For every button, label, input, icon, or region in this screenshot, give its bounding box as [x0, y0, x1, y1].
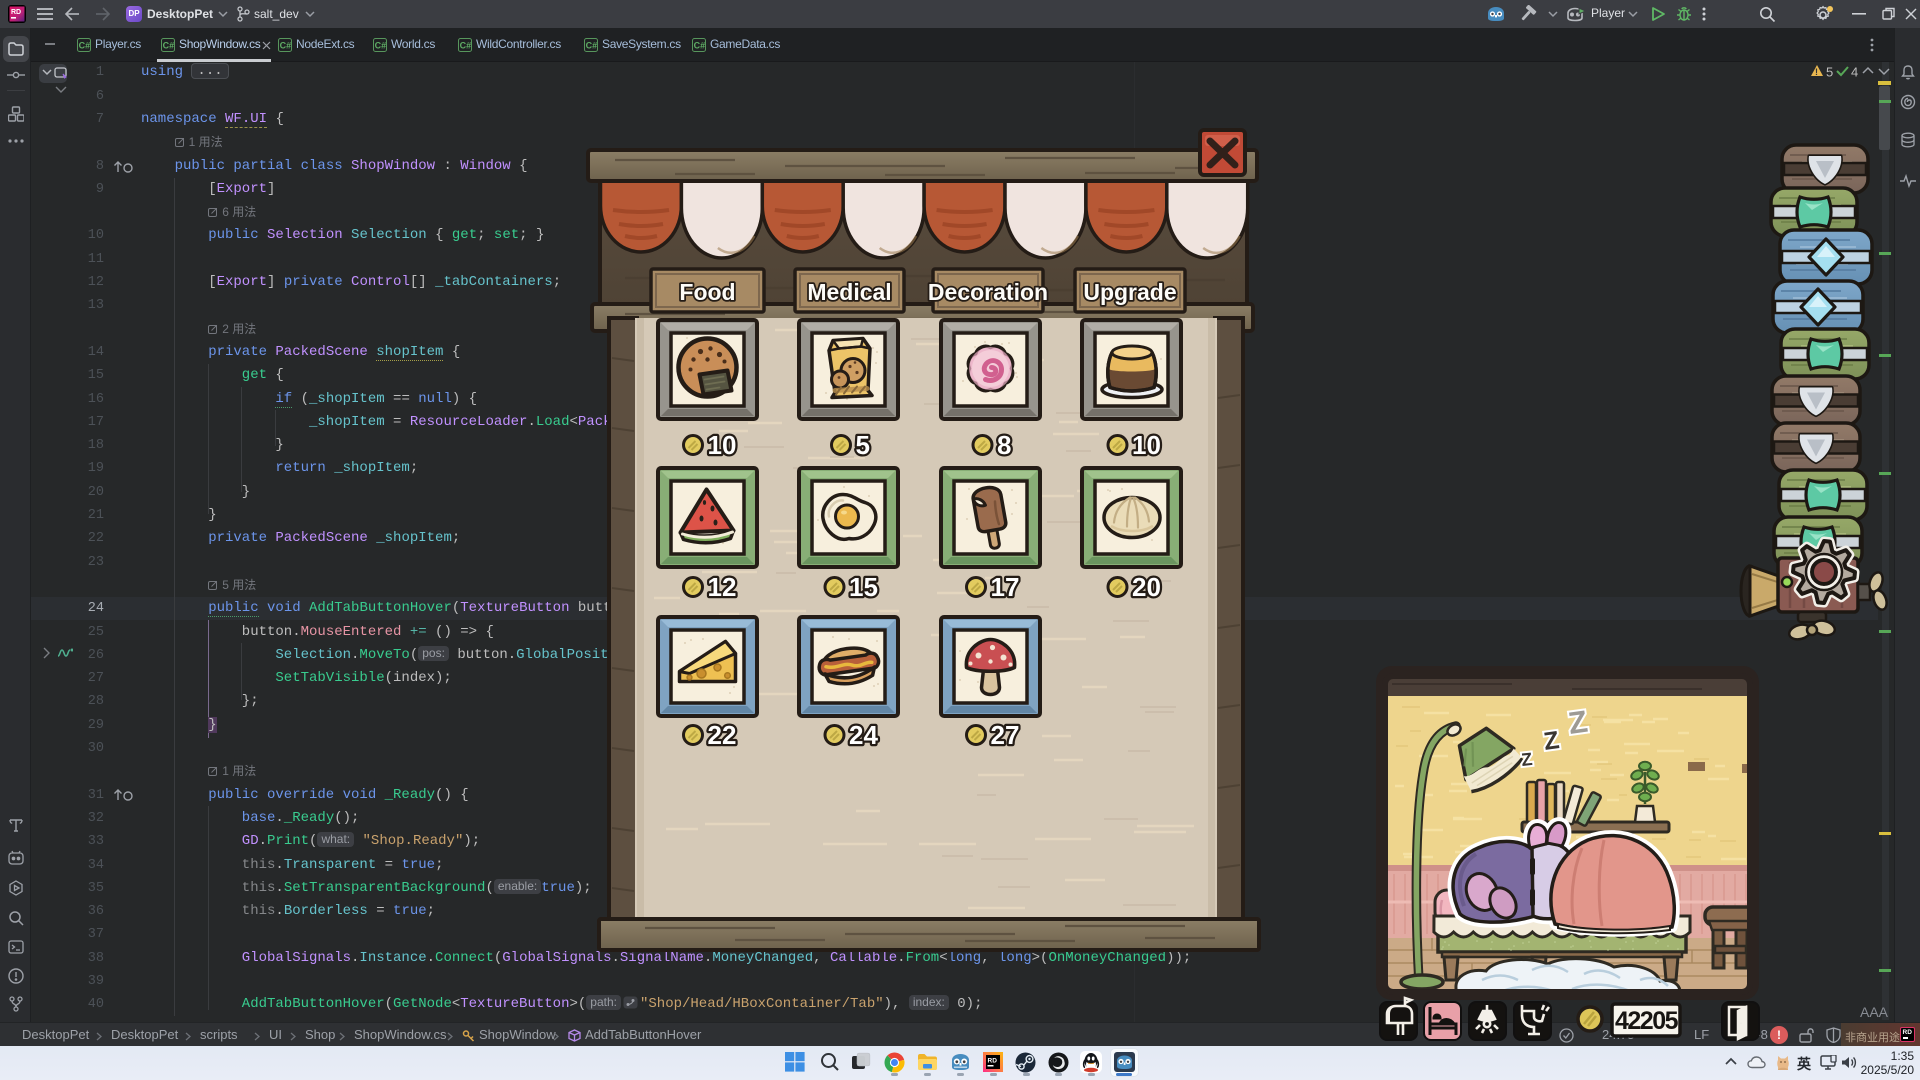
svg-text:C#: C#: [79, 41, 91, 51]
svg-text:5: 5: [856, 430, 870, 460]
svg-text:17: 17: [991, 572, 1020, 602]
svg-text:4: 4: [1851, 65, 1858, 80]
svg-text:Medical: Medical: [807, 279, 891, 305]
svg-text:20: 20: [1132, 572, 1161, 602]
svg-text:24: 24: [849, 720, 878, 750]
svg-text:C#: C#: [460, 41, 472, 51]
svg-text:27: 27: [991, 720, 1020, 750]
svg-text:RD: RD: [988, 1058, 998, 1065]
svg-text:C#: C#: [586, 41, 598, 51]
svg-text:5: 5: [1826, 65, 1833, 80]
svg-text:!: !: [1815, 67, 1818, 77]
svg-text:10: 10: [708, 430, 737, 460]
svg-text:Upgrade: Upgrade: [1083, 279, 1176, 305]
svg-text:8: 8: [997, 430, 1011, 460]
svg-text:22: 22: [708, 720, 737, 750]
svg-text:15: 15: [849, 572, 878, 602]
svg-text:Food: Food: [679, 279, 735, 305]
svg-text:Decoration: Decoration: [928, 279, 1048, 305]
svg-text:Z: Z: [1520, 749, 1533, 770]
svg-text:RD: RD: [11, 9, 21, 16]
svg-text:C#: C#: [375, 41, 387, 51]
svg-text:42205: 42205: [1615, 1007, 1679, 1035]
svg-text:C#: C#: [280, 41, 292, 51]
svg-text:10: 10: [1132, 430, 1161, 460]
svg-text:12: 12: [708, 572, 737, 602]
svg-text:C#: C#: [163, 41, 175, 51]
svg-text:C#: C#: [694, 41, 706, 51]
